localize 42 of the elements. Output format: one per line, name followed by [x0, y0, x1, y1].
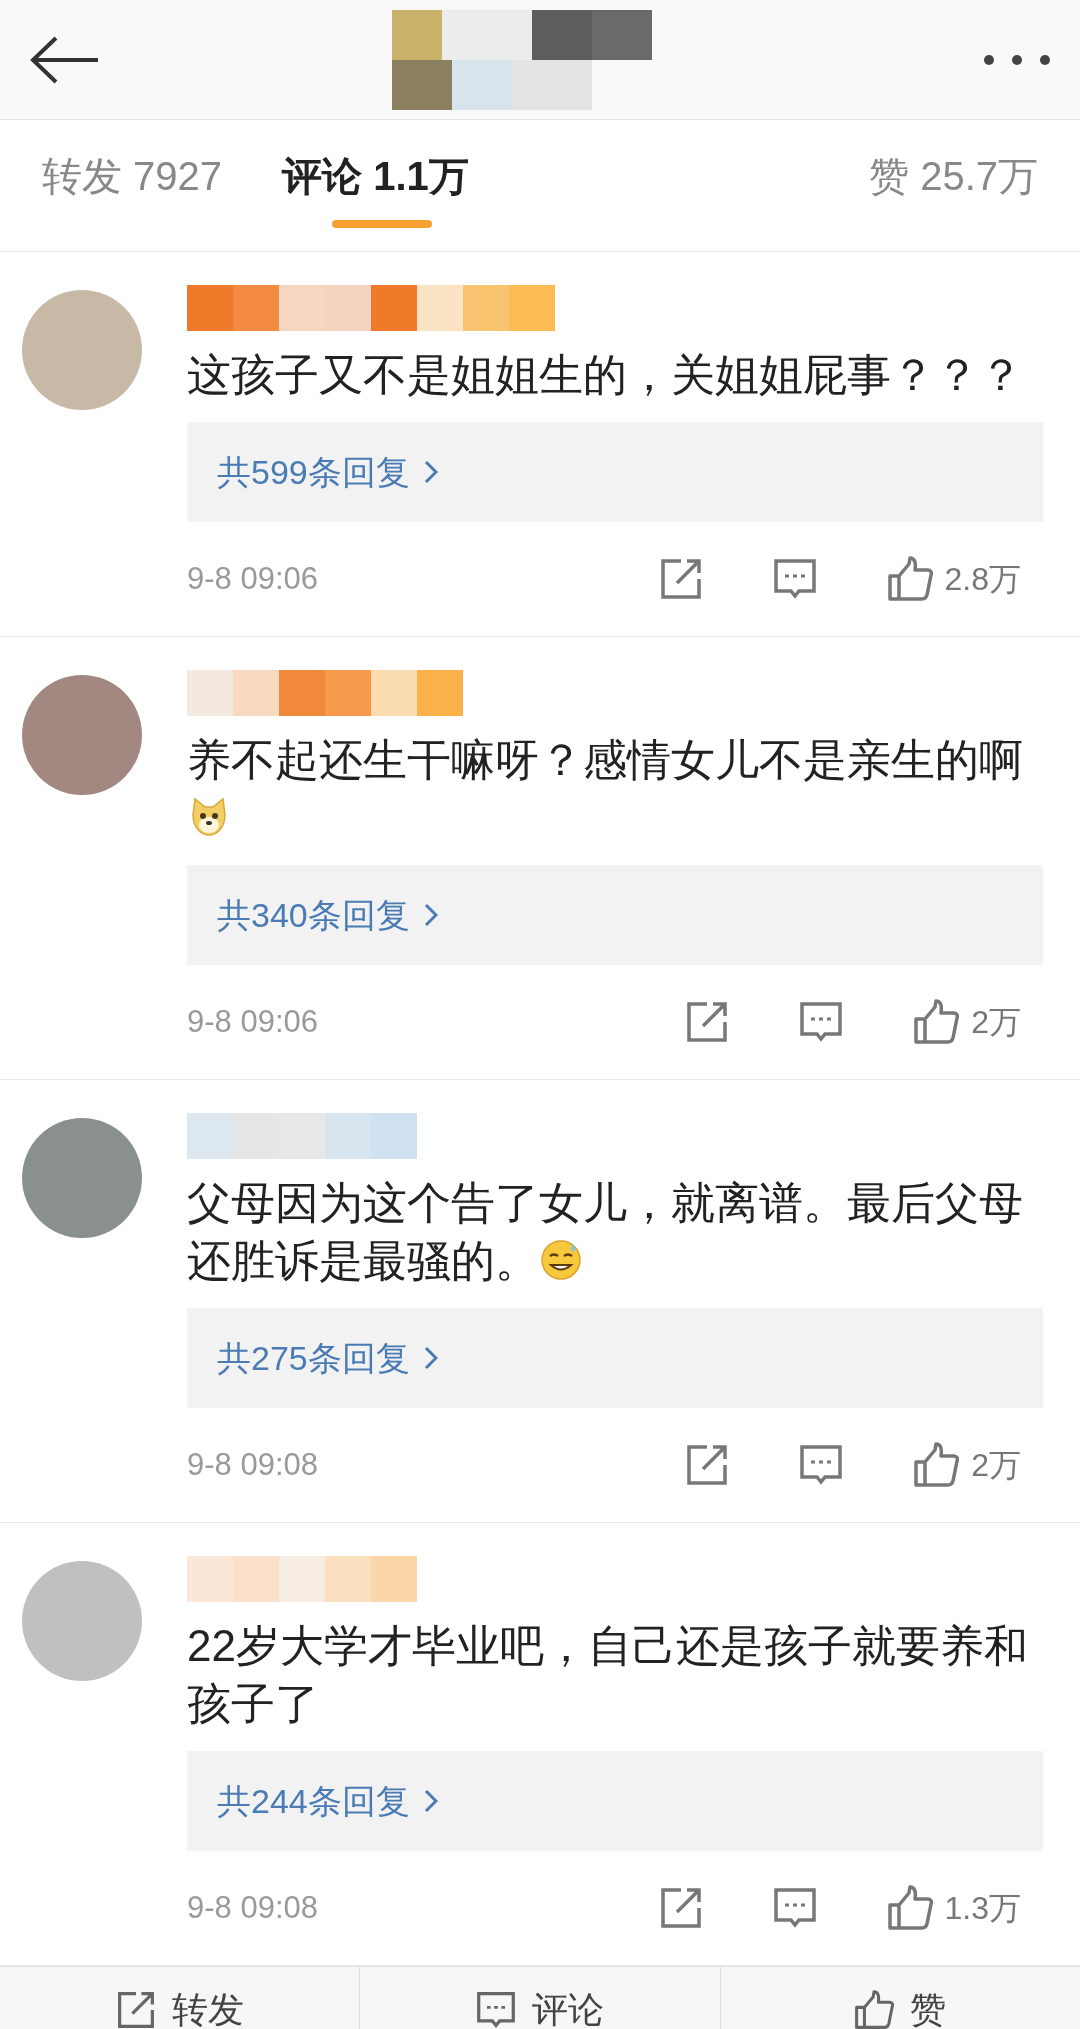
comment-text: 22岁大学才毕业吧，自己还是孩子就要养和孩子了	[187, 1620, 1029, 1730]
chevron-right-icon	[423, 1789, 438, 1813]
tab[interactable]: 评论 1.1万	[282, 143, 469, 228]
thumbs-up-icon[interactable]	[886, 1885, 933, 1931]
chevron-right-icon	[423, 460, 438, 484]
thumbs-up-icon	[854, 1990, 895, 2029]
comment-text: 父母因为这个告了女儿，就离谱。最后父母还胜诉是最骚的。	[187, 1177, 1024, 1287]
comment-text: 养不起还生干嘛呀？感情女儿不是亲生的啊	[187, 731, 1057, 847]
comment-icon[interactable]	[772, 1886, 817, 1930]
comment-time: 9-8 09:08	[187, 1888, 318, 1927]
tab[interactable]: 转发 7927	[42, 143, 223, 228]
thumbs-up-icon[interactable]	[913, 1442, 960, 1488]
share-icon[interactable]	[658, 557, 703, 601]
share-icon[interactable]	[658, 1886, 703, 1930]
replies-link[interactable]: 共340条回复	[187, 865, 1043, 965]
like-count: 2万	[971, 1003, 1021, 1042]
tab[interactable]: 赞 25.7万	[869, 143, 1038, 228]
comment-time: 9-8 09:06	[187, 1002, 318, 1041]
action-button[interactable]: 评论	[360, 1967, 721, 2029]
like-count: 2.8万	[944, 560, 1021, 599]
thumbs-up-icon[interactable]	[886, 556, 933, 602]
chevron-right-icon	[423, 1346, 438, 1370]
comment-icon[interactable]	[772, 557, 817, 601]
share-icon	[115, 1990, 156, 2029]
chevron-right-icon	[423, 903, 438, 927]
like-count: 1.3万	[944, 1889, 1021, 1928]
comment-icon[interactable]	[799, 1000, 844, 1044]
replies-link[interactable]: 共599条回复	[187, 422, 1043, 522]
share-icon[interactable]	[685, 1443, 730, 1487]
comment-time: 9-8 09:06	[187, 559, 318, 598]
action-button[interactable]: 转发	[0, 1967, 361, 2029]
replies-link[interactable]: 共275条回复	[187, 1308, 1043, 1408]
replies-link[interactable]: 共244条回复	[187, 1751, 1043, 1851]
comment-icon[interactable]	[799, 1443, 844, 1487]
share-icon[interactable]	[685, 1000, 730, 1044]
like-count: 2万	[971, 1446, 1021, 1485]
comment-icon	[476, 1990, 516, 2029]
action-button[interactable]: 赞	[720, 1967, 1080, 2029]
more-icon[interactable]	[982, 52, 1052, 67]
comment-text: 这孩子又不是姐姐生的，关姐姐屁事？？？	[187, 349, 1024, 401]
comment-time: 9-8 09:08	[187, 1445, 318, 1484]
thumbs-up-icon[interactable]	[913, 999, 960, 1045]
